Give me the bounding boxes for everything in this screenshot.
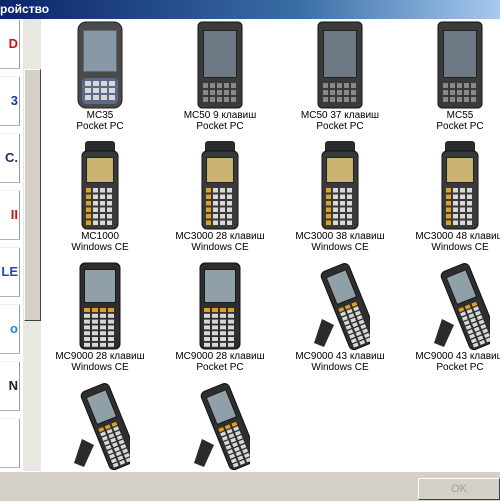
device-os: Pocket PC	[76, 121, 124, 132]
device-item[interactable]: MC9000 28 клавиш Pocket PC	[164, 261, 276, 373]
device-name: MC9000 28 клавиш	[175, 351, 265, 362]
handheld-scanner-icon	[284, 141, 396, 231]
ok-button[interactable]: OK	[418, 478, 500, 500]
device-os: Windows CE	[71, 362, 129, 373]
device-item[interactable]	[44, 381, 156, 471]
device-os: Windows CE	[71, 242, 129, 253]
vendor-list[interactable]: D 3 C. II LE o N	[0, 19, 23, 471]
vendor-logo-label: N	[8, 378, 18, 393]
device-os: Pocket PC	[196, 362, 244, 373]
device-item[interactable]: MC3000 28 клавиш Windows CE	[164, 141, 276, 253]
device-item[interactable]: MC3000 48 клавиш Windows CE	[404, 141, 500, 253]
device-os: Windows CE	[311, 242, 369, 253]
vendor-logo-item[interactable]	[0, 418, 20, 468]
device-os: Windows CE	[191, 242, 249, 253]
device-item[interactable]	[164, 381, 276, 471]
handheld-scanner-icon	[44, 141, 156, 231]
device-name: MC1000	[81, 231, 119, 242]
rugged-terminal-icon	[164, 261, 276, 351]
device-name: MC50 9 клавиш	[183, 110, 257, 121]
device-os: Pocket PC	[196, 121, 244, 132]
device-name: MC50 37 клавиш	[300, 110, 380, 121]
device-item[interactable]: MC9000 28 клавиш Windows CE	[44, 261, 156, 373]
device-item[interactable]: MC9000 43 клавиш Pocket PC	[404, 261, 500, 373]
device-name: MC3000 48 клавиш	[415, 231, 500, 242]
device-name: MC3000 28 клавиш	[175, 231, 265, 242]
handheld-scanner-icon	[164, 141, 276, 231]
device-name: MC9000 43 клавиш	[415, 351, 500, 362]
vendor-logo-label: o	[10, 321, 18, 336]
vendor-logo-label: 3	[10, 93, 18, 108]
vendor-logo-label: D	[8, 36, 18, 51]
scrollbar-thumb[interactable]	[24, 69, 41, 321]
gun-terminal-icon	[404, 261, 500, 351]
vendor-logo-item[interactable]: o	[0, 304, 20, 354]
device-item[interactable]: MC50 9 клавиш Pocket PC	[164, 20, 276, 132]
vendor-logo-item[interactable]: 3	[0, 76, 20, 126]
window-title: ройство	[0, 2, 50, 16]
device-name: MC35	[86, 110, 114, 121]
pda-icon	[284, 20, 396, 110]
vendor-logo-item[interactable]: N	[0, 361, 20, 411]
gun-terminal-icon	[164, 381, 276, 471]
device-name: MC9000 43 клавиш	[295, 351, 385, 362]
vendor-logo-item[interactable]: LE	[0, 247, 20, 297]
device-item[interactable]: MC50 37 клавиш Pocket PC	[284, 20, 396, 132]
vendor-logo-item[interactable]: D	[0, 19, 20, 69]
device-os: Pocket PC	[436, 121, 484, 132]
gun-terminal-icon	[44, 381, 156, 471]
device-os: Windows CE	[311, 362, 369, 373]
rugged-terminal-icon	[44, 261, 156, 351]
pda-keyboard-icon	[44, 20, 156, 110]
title-bar: ройство	[0, 0, 500, 19]
device-item[interactable]: MC55 Pocket PC	[404, 20, 500, 132]
device-name: MC55	[446, 110, 474, 121]
device-os: Pocket PC	[316, 121, 364, 132]
device-item[interactable]: MC3000 38 клавиш Windows CE	[284, 141, 396, 253]
device-os: Pocket PC	[436, 362, 484, 373]
device-item[interactable]: MC35 Pocket PC	[44, 20, 156, 132]
device-item[interactable]: MC1000 Windows CE	[44, 141, 156, 253]
vendor-logo-item[interactable]: C.	[0, 133, 20, 183]
device-os: Windows CE	[431, 242, 489, 253]
bottom-bar: OK	[0, 471, 500, 501]
vendor-logo-label: C.	[5, 150, 18, 165]
vendor-logo-label: LE	[1, 264, 18, 279]
handheld-scanner-icon	[404, 141, 500, 231]
gun-terminal-icon	[284, 261, 396, 351]
device-grid: MC35 Pocket PC MC50 9 клавиш Pocket PC MC5…	[41, 19, 500, 471]
vendor-list-scrollbar[interactable]	[22, 19, 42, 471]
device-item[interactable]: MC9000 43 клавиш Windows CE	[284, 261, 396, 373]
pda-icon	[404, 20, 500, 110]
vendor-logo-item[interactable]: II	[0, 190, 20, 240]
pda-icon	[164, 20, 276, 110]
device-name: MC9000 28 клавиш	[55, 351, 145, 362]
vendor-logo-label: II	[10, 207, 18, 222]
device-name: MC3000 38 клавиш	[295, 231, 385, 242]
